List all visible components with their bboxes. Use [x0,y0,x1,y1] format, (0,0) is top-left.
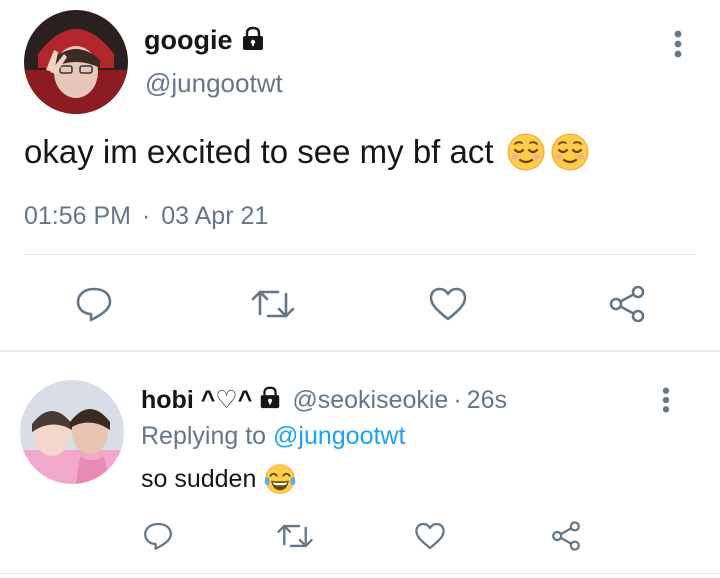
reply-separator: · [453,385,462,414]
reply-share-button[interactable] [548,518,584,554]
retweet-button[interactable] [249,282,297,326]
heart-icon [415,522,445,550]
relieved-face-emoji [506,132,546,172]
reply-text: so sudden [141,465,257,493]
tears-of-joy-emoji [264,463,296,495]
reply-author-display-name[interactable]: hobi ^♡^ [141,385,252,415]
more-vertical-icon [662,387,670,413]
share-button[interactable] [605,282,649,326]
reply-author-handle[interactable]: @seokiseokie [292,386,448,415]
tweet-time: 01:56 PM [24,202,132,230]
reply-more-button[interactable] [653,384,679,416]
retweet-icon [251,290,295,318]
tweet-more-button[interactable] [664,26,692,62]
reply-icon [144,522,172,550]
reply-retweet-button[interactable] [275,518,315,554]
avatar-photo [20,380,124,484]
replying-to-prefix: Replying to [141,422,267,450]
reply-reply-button[interactable] [140,518,176,554]
section-divider [0,350,720,352]
reply-header-row: hobi ^♡^ @seokiseokie · 26s [141,384,507,416]
lock-icon [258,385,282,416]
author-name-row: googie [144,24,266,56]
reply-author-avatar[interactable] [20,380,124,484]
reply-text-row: so sudden [141,462,296,496]
share-icon [609,285,645,323]
more-vertical-icon [674,30,682,58]
replying-to-handle[interactable]: @jungootwt [273,422,405,450]
tweet-date: 03 Apr 21 [161,202,269,230]
reply-like-button[interactable] [412,518,448,554]
reply-age[interactable]: 26s [467,386,507,415]
reply-icon [76,287,112,322]
timestamp-separator: · [141,202,151,230]
author-display-name[interactable]: googie [144,24,233,56]
author-handle[interactable]: @jungootwt [145,68,283,98]
author-avatar[interactable] [24,10,128,114]
like-button[interactable] [426,282,470,326]
relieved-face-emoji [550,132,590,172]
retweet-icon [277,524,313,548]
bottom-divider [0,573,720,574]
heart-icon [429,287,467,321]
share-icon [552,521,580,551]
tweet-text-row: okay im excited to see my bf act [24,130,590,174]
reply-button[interactable] [72,282,116,326]
avatar-photo [24,10,128,114]
divider [24,254,696,255]
lock-icon [240,26,266,55]
tweet-timestamp[interactable]: 01:56 PM · 03 Apr 21 [24,200,268,232]
replying-to-line: Replying to @jungootwt [141,420,405,452]
tweet-text: okay im excited to see my bf act [24,133,494,170]
